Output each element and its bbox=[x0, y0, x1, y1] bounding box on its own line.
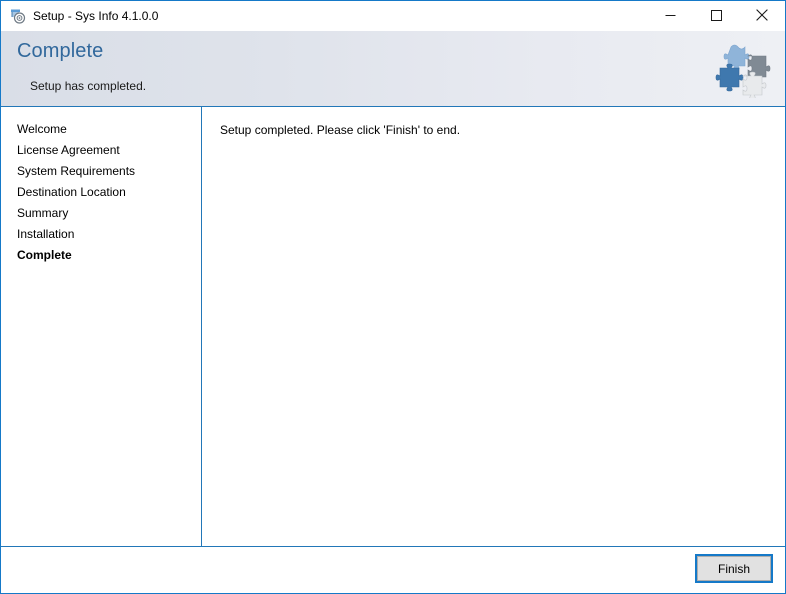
window-controls bbox=[647, 1, 785, 31]
wizard-body: Welcome License Agreement System Require… bbox=[1, 107, 785, 546]
minimize-button[interactable] bbox=[647, 1, 693, 31]
sidebar-step-destination-location[interactable]: Destination Location bbox=[1, 182, 201, 203]
finish-button[interactable]: Finish bbox=[695, 554, 773, 583]
installer-icon bbox=[9, 8, 26, 25]
page-title: Complete bbox=[17, 40, 104, 62]
puzzle-pieces-icon bbox=[713, 40, 771, 100]
completion-message: Setup completed. Please click 'Finish' t… bbox=[220, 123, 461, 137]
sidebar-step-system-requirements[interactable]: System Requirements bbox=[1, 161, 201, 182]
sidebar-step-installation[interactable]: Installation bbox=[1, 224, 201, 245]
button-bar: Finish bbox=[1, 546, 785, 593]
title-bar[interactable]: Setup - Sys Info 4.1.0.0 bbox=[1, 1, 785, 31]
step-navigation-sidebar: Welcome License Agreement System Require… bbox=[1, 107, 202, 546]
sidebar-step-license-agreement[interactable]: License Agreement bbox=[1, 140, 201, 161]
wizard-header: Complete Setup has completed. bbox=[1, 31, 785, 107]
sidebar-step-complete[interactable]: Complete bbox=[1, 245, 201, 266]
minimize-icon bbox=[665, 9, 676, 24]
maximize-button[interactable] bbox=[693, 1, 739, 31]
page-subtitle: Setup has completed. bbox=[30, 79, 147, 93]
sidebar-step-welcome[interactable]: Welcome bbox=[1, 119, 201, 140]
window-title: Setup - Sys Info 4.1.0.0 bbox=[33, 9, 159, 23]
sidebar-step-summary[interactable]: Summary bbox=[1, 203, 201, 224]
close-button[interactable] bbox=[739, 1, 785, 31]
close-icon bbox=[756, 8, 768, 24]
content-pane: Setup completed. Please click 'Finish' t… bbox=[202, 107, 785, 546]
maximize-icon bbox=[710, 9, 722, 24]
setup-wizard-window: Setup - Sys Info 4.1.0.0 Complete Setup … bbox=[0, 0, 786, 594]
